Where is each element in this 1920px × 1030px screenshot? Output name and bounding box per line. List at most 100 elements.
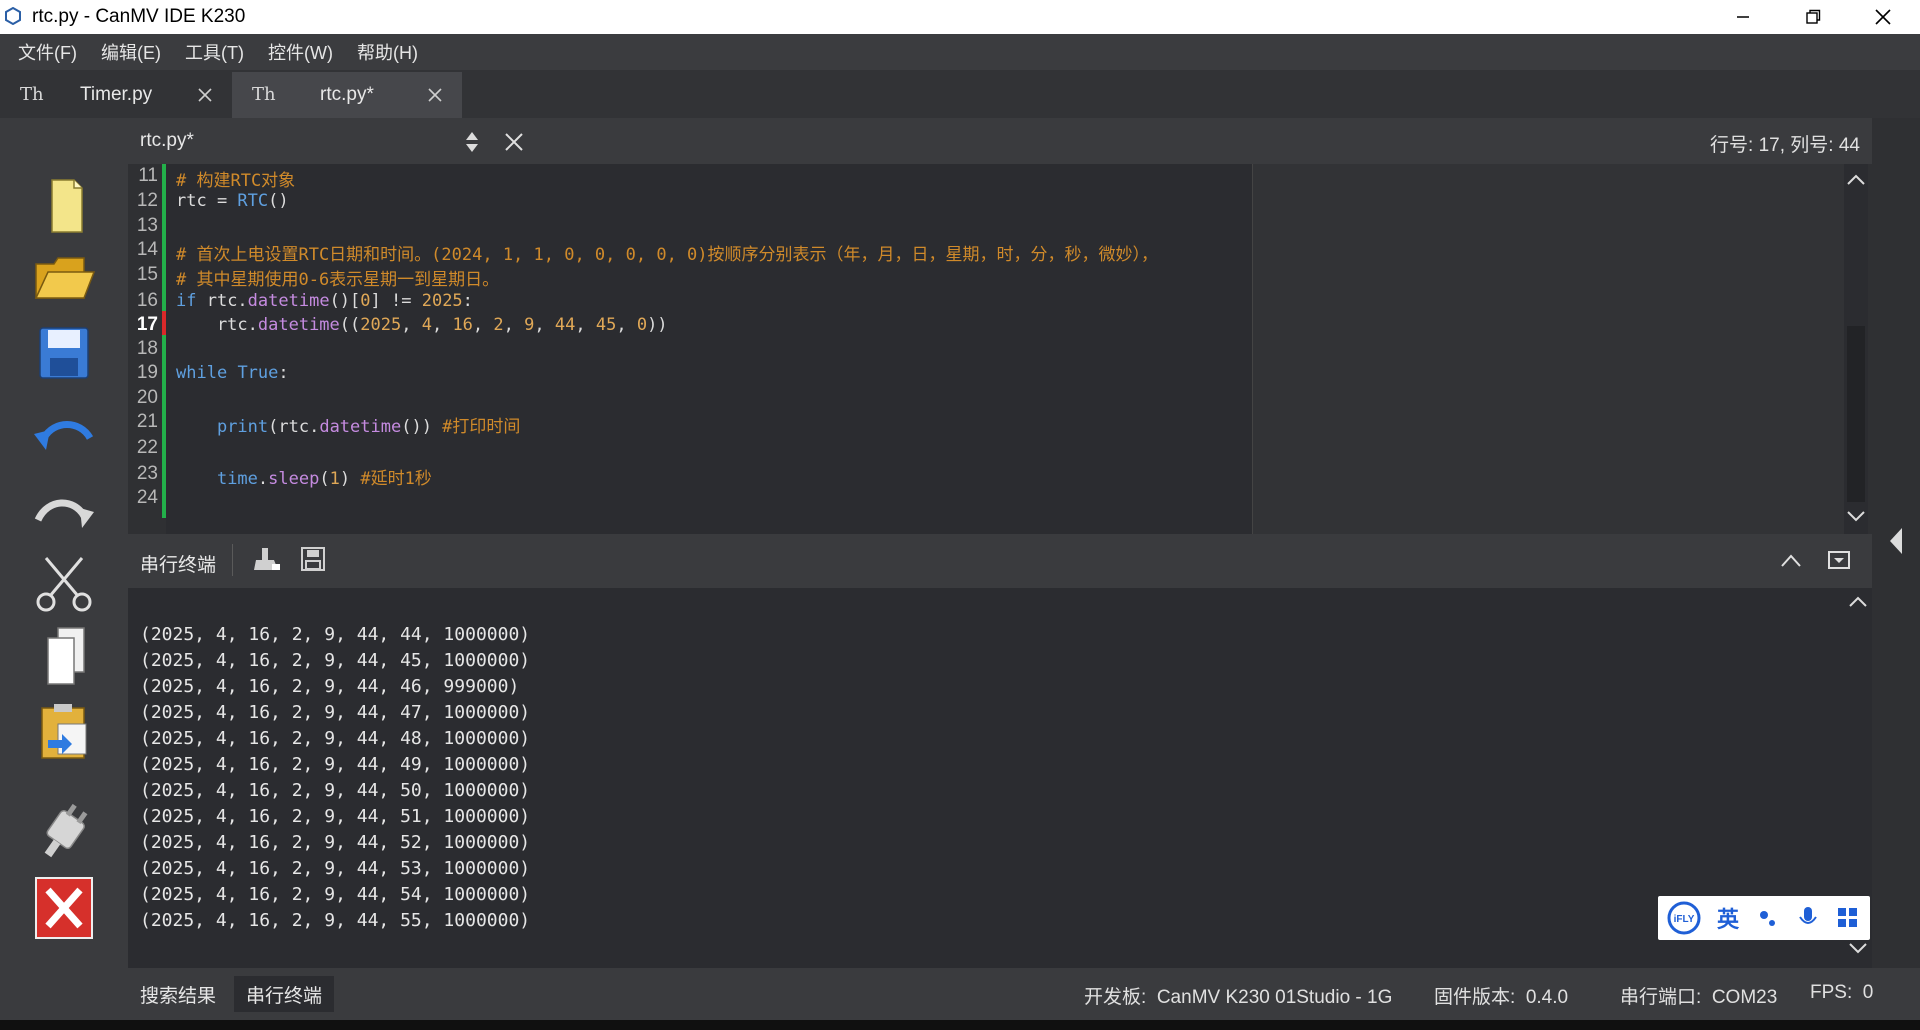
divider: [232, 544, 233, 576]
tab-label: Timer.py: [80, 84, 153, 105]
status-bar: 搜索结果 串行终端 开发板: CanMV K230 01Studio - 1G …: [128, 968, 1920, 1020]
menu-tools[interactable]: 工具(T): [173, 39, 256, 65]
sort-updown-icon[interactable]: [464, 130, 480, 154]
code-token: 9: [524, 315, 535, 335]
ime-toolbar[interactable]: iFLY 英: [1658, 896, 1870, 940]
code-token: ,: [616, 315, 637, 335]
serial-terminal-output[interactable]: (2025, 4, 16, 2, 9, 44, 44, 1000000) (202…: [128, 588, 1844, 968]
connect-plug-icon[interactable]: [28, 800, 100, 864]
restore-button[interactable]: [1778, 0, 1848, 34]
code-token: 1: [329, 469, 340, 489]
close-tab-icon[interactable]: [426, 86, 444, 104]
toolbox-grid-icon[interactable]: [1828, 903, 1868, 933]
tab-timer-py[interactable]: Th Timer.py: [0, 72, 232, 118]
terminal-line: (2025, 4, 16, 2, 9, 44, 51, 1000000): [140, 806, 531, 827]
terminal-line: (2025, 4, 16, 2, 9, 44, 47, 1000000): [140, 702, 531, 723]
editor-scrollbar[interactable]: [1844, 164, 1868, 534]
code-line: # 构建RTC对象: [176, 166, 295, 191]
code-token: # 首次上电设置RTC日期和时间。(2024, 1, 1, 0, 0, 0, 0…: [176, 245, 1159, 265]
firmware-version: 固件版本: 0.4.0: [1434, 987, 1569, 1008]
code-token: 16: [452, 315, 473, 335]
scrollbar-thumb[interactable]: [1847, 326, 1865, 502]
ime-language-toggle[interactable]: 英: [1708, 902, 1748, 934]
terminal-line: (2025, 4, 16, 2, 9, 44, 50, 1000000): [140, 780, 531, 801]
code-token: 44: [554, 315, 576, 335]
ifly-logo-icon[interactable]: iFLY: [1666, 900, 1702, 936]
undo-icon[interactable]: [28, 408, 100, 472]
line-number: 19: [136, 362, 158, 383]
code-token: 2: [493, 315, 504, 335]
menu-edit[interactable]: 编辑(E): [89, 39, 173, 65]
tab-serial-terminal[interactable]: 串行终端: [234, 976, 335, 1012]
cursor-position: 行号: 17, 列号: 44: [1710, 135, 1860, 156]
code-token: ()[: [329, 291, 361, 311]
python-file-icon: Th: [20, 84, 44, 105]
stop-icon[interactable]: [28, 876, 100, 940]
clear-terminal-icon[interactable]: [252, 546, 282, 574]
code-token: # 构建RTC对象: [176, 171, 296, 191]
menu-widgets[interactable]: 控件(W): [256, 39, 345, 65]
terminal-line: (2025, 4, 16, 2, 9, 44, 54, 1000000): [140, 884, 531, 905]
save-log-icon[interactable]: [300, 546, 326, 572]
board-info: 开发板: CanMV K230 01Studio - 1G: [1084, 987, 1393, 1008]
punctuation-icon[interactable]: [1748, 903, 1788, 933]
scroll-up-icon[interactable]: [1846, 172, 1866, 186]
new-file-icon[interactable]: [28, 174, 100, 238]
code-editor[interactable]: # 构建RTC对象 rtc = RTC() # 首次上电设置RTC日期和时间。(20…: [166, 164, 1252, 534]
line-number: 13: [136, 215, 158, 236]
open-folder-icon[interactable]: [28, 246, 100, 310]
menu-file[interactable]: 文件(F): [6, 39, 89, 65]
line-number: 24: [136, 487, 158, 508]
close-editor-icon[interactable]: [504, 132, 524, 152]
code-line: # 首次上电设置RTC日期和时间。(2024, 1, 1, 0, 0, 0, 0…: [176, 240, 1158, 265]
minimize-terminal-icon[interactable]: [1828, 550, 1850, 570]
terminal-line: (2025, 4, 16, 2, 9, 44, 49, 1000000): [140, 754, 531, 775]
terminal-line: (2025, 4, 16, 2, 9, 44, 52, 1000000): [140, 832, 531, 853]
terminal-line: (2025, 4, 16, 2, 9, 44, 53, 1000000): [140, 858, 531, 879]
file-tab-bar: Th Timer.py Th rtc.py*: [0, 70, 1920, 118]
code-line: while True:: [176, 363, 289, 383]
tab-label: rtc.py*: [320, 84, 374, 105]
redo-icon[interactable]: [28, 480, 100, 544]
close-window-button[interactable]: [1848, 0, 1918, 34]
code-token: 4: [421, 315, 432, 335]
line-number: 23: [136, 463, 158, 484]
code-token: datetime: [247, 291, 330, 311]
line-number: 17: [136, 314, 158, 335]
code-token: RTC: [237, 191, 269, 211]
tab-search-results[interactable]: 搜索结果: [128, 976, 228, 1012]
scroll-up-icon[interactable]: [1848, 594, 1868, 608]
terminal-line: (2025, 4, 16, 2, 9, 44, 55, 1000000): [140, 910, 531, 931]
fps-counter: FPS: 0: [1810, 982, 1874, 1003]
code-token: True: [237, 363, 279, 383]
serial-terminal-title: 串行终端: [140, 555, 217, 576]
line-number: 22: [136, 437, 158, 458]
code-token: 2025: [421, 291, 463, 311]
paste-icon[interactable]: [28, 700, 100, 764]
terminal-line: (2025, 4, 16, 2, 9, 44, 46, 999000): [140, 676, 520, 697]
cut-icon[interactable]: [28, 552, 100, 616]
menu-help[interactable]: 帮助(H): [345, 39, 430, 65]
minimize-button[interactable]: [1708, 0, 1778, 34]
tab-rtc-py[interactable]: Th rtc.py*: [232, 72, 462, 118]
code-token: ()): [401, 417, 443, 437]
code-token: :: [462, 291, 473, 311]
collapse-panel-icon[interactable]: [1886, 526, 1906, 556]
code-token: datetime: [319, 417, 402, 437]
line-number: 11: [138, 165, 158, 186]
editor-header: rtc.py* 行号: 17, 列号: 44: [128, 118, 1872, 164]
code-token: datetime: [257, 315, 340, 335]
code-line: # 其中星期使用0-6表示星期一到星期日。: [176, 265, 499, 290]
code-token: ,: [503, 315, 525, 335]
maximize-terminal-icon[interactable]: [1780, 552, 1802, 568]
scroll-down-icon[interactable]: [1848, 942, 1868, 956]
left-toolbar: [0, 118, 128, 1030]
copy-icon[interactable]: [28, 624, 100, 688]
microphone-icon[interactable]: [1788, 903, 1828, 933]
code-token: :: [278, 363, 289, 383]
close-tab-icon[interactable]: [196, 86, 214, 104]
save-icon[interactable]: [28, 322, 100, 386]
scroll-down-icon[interactable]: [1846, 510, 1866, 524]
line-number: 14: [136, 239, 158, 260]
editor-minimap-area: [1252, 164, 1845, 534]
